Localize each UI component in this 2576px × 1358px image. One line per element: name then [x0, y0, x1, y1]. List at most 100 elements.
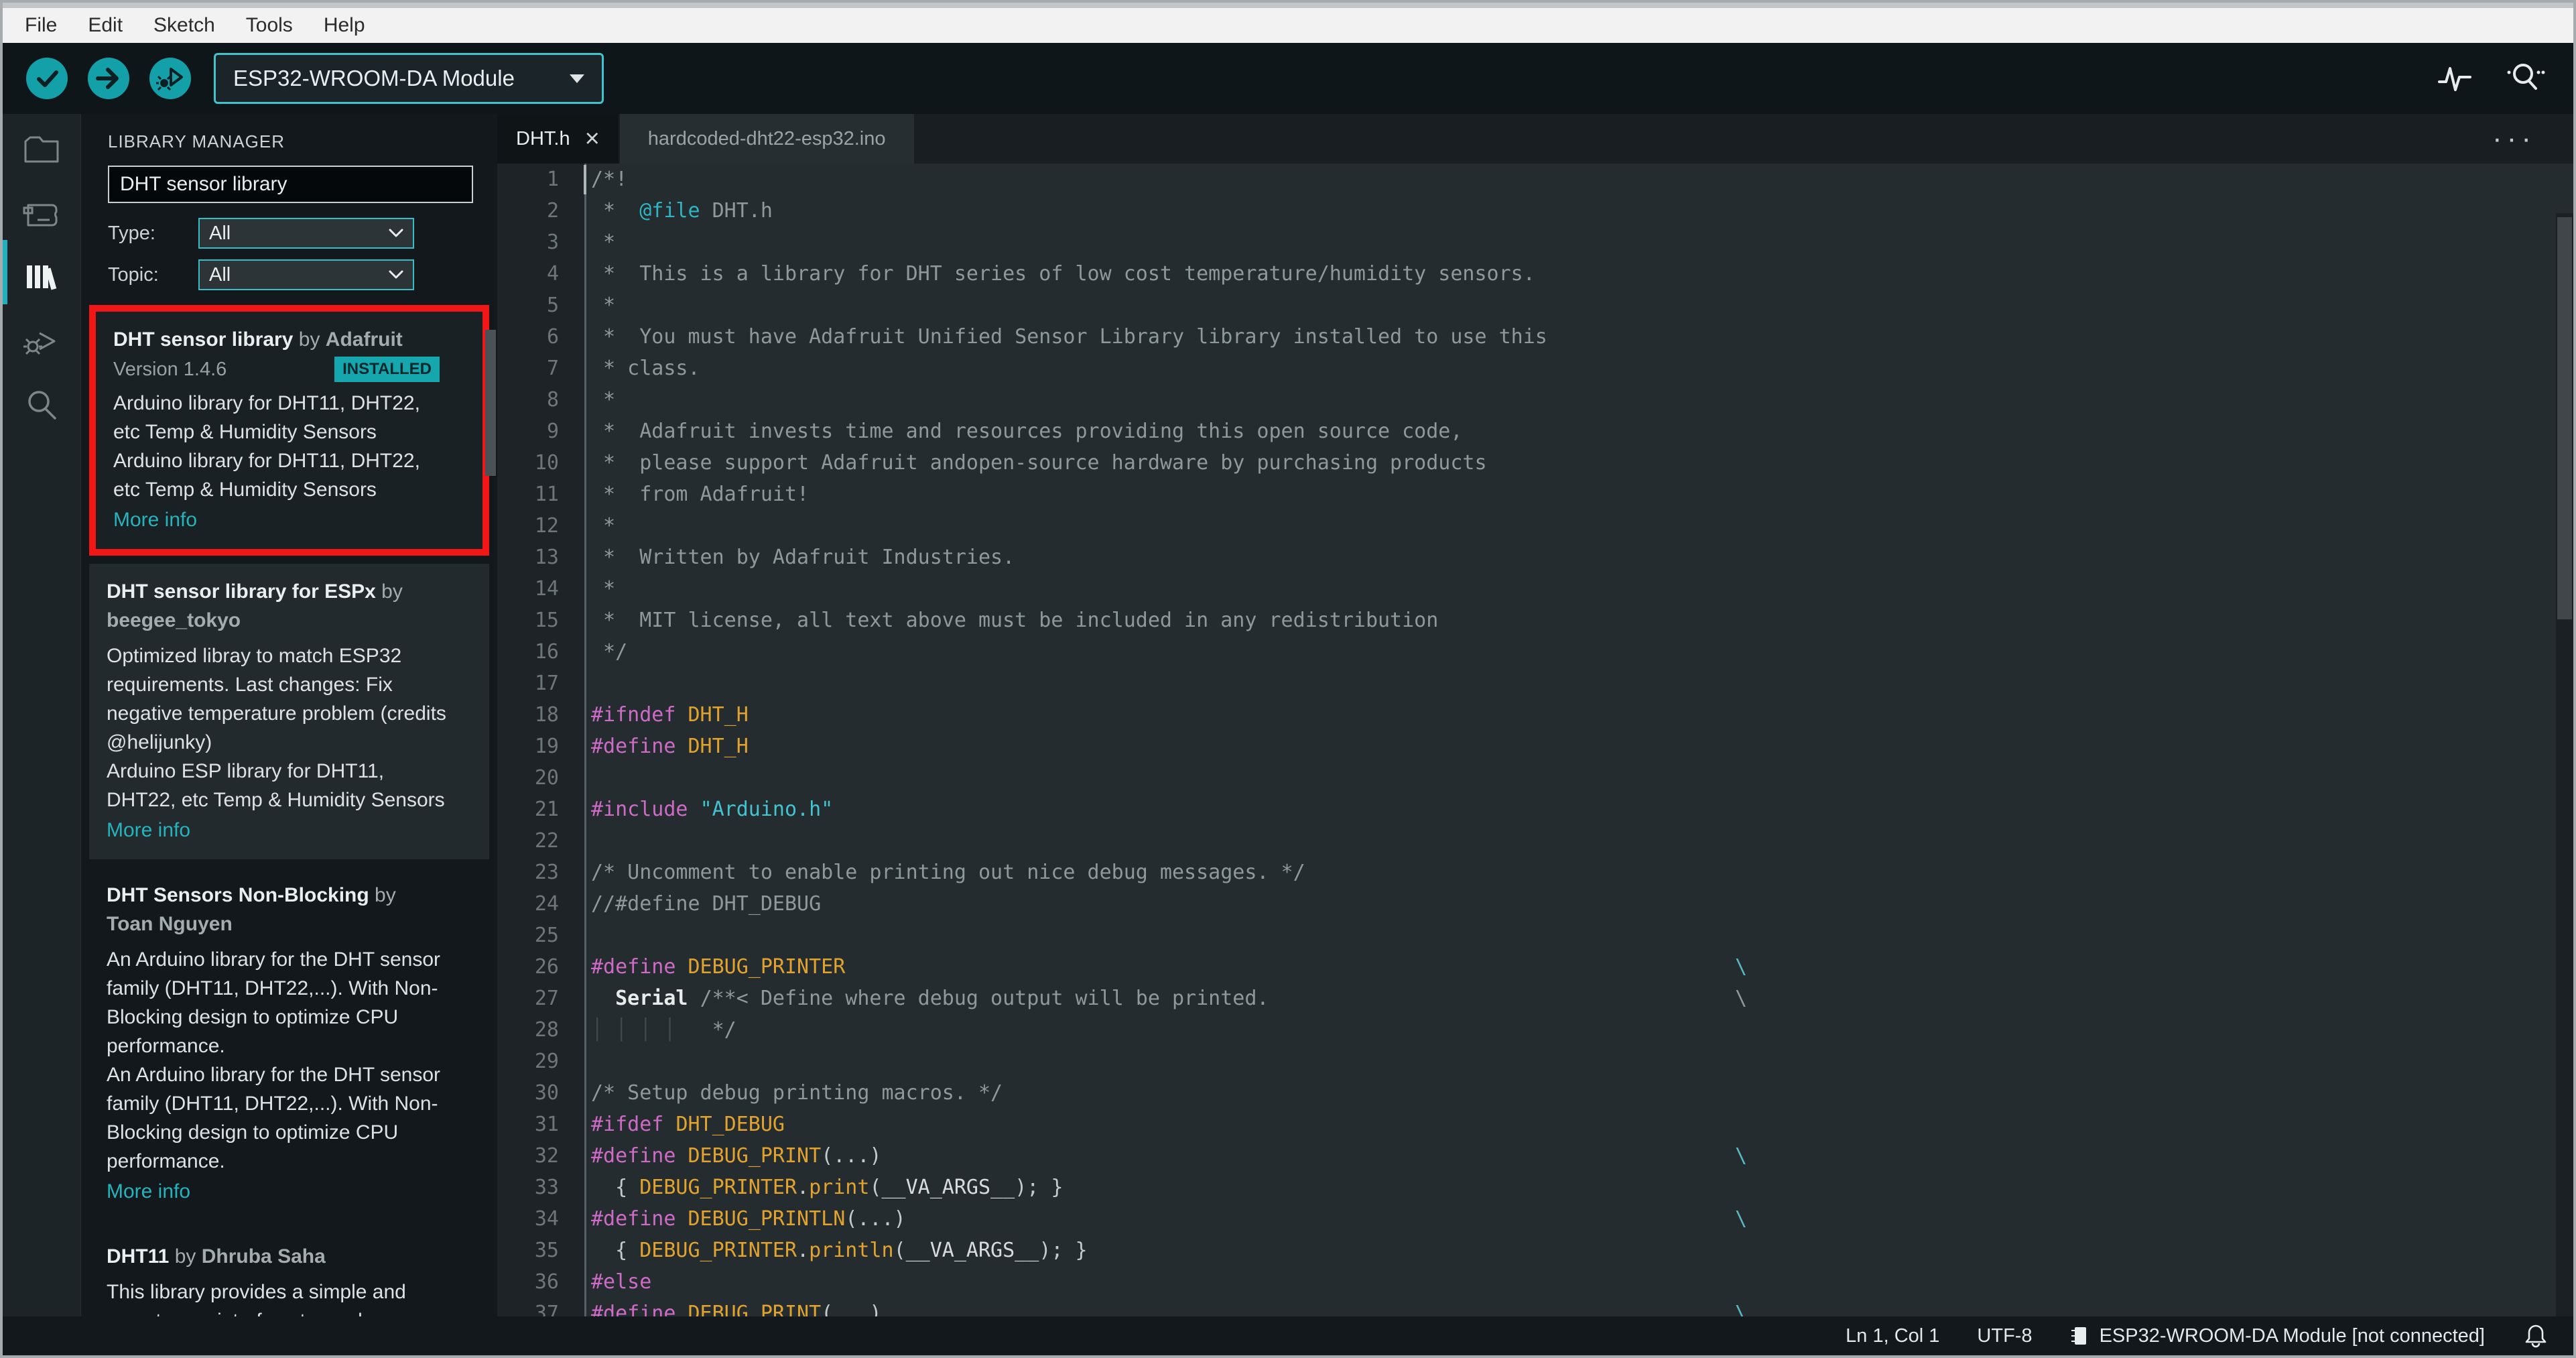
code-area[interactable]: 1/*! 2 * @file DHT.h 3 * 4 * This is a libr… [497, 164, 2573, 1316]
close-icon[interactable]: × [585, 126, 600, 151]
code-line[interactable]: 2 * @file DHT.h [497, 195, 2556, 227]
line-number: 8 [546, 388, 559, 412]
sidebar-item-boards-manager[interactable] [20, 192, 63, 235]
code-line[interactable]: 28 │ │ │ │ */ [497, 1014, 2556, 1046]
code-line[interactable]: 14 * [497, 573, 2556, 605]
library-entry[interactable]: DHT11 by Dhruba Saha This library provide… [89, 1229, 489, 1316]
code-line-text: #define DEBUG_PRINTER \ [591, 955, 1748, 979]
menu-item-edit[interactable]: Edit [72, 14, 138, 37]
start-debug-button[interactable] [149, 58, 191, 99]
library-entry-title: DHT sensor library by Adafruit [113, 325, 440, 354]
board-selector-label: ESP32-WROOM-DA Module [233, 66, 515, 90]
chevron-down-icon [570, 74, 584, 83]
code-line[interactable]: 20 [497, 762, 2556, 794]
line-number: 36 [534, 1270, 559, 1294]
code-line-text: * [591, 231, 616, 254]
line-number: 10 [534, 451, 559, 475]
code-line-text [584, 1061, 2556, 1062]
code-line[interactable]: 3 * [497, 227, 2556, 258]
code-line-text [584, 935, 2556, 936]
code-line[interactable]: 9 * Adafruit invests time and resources … [497, 416, 2556, 447]
code-line[interactable]: 5 * [497, 290, 2556, 321]
serial-monitor-icon[interactable] [2505, 60, 2545, 97]
code-line[interactable]: 26 #define DEBUG_PRINTER \ [497, 951, 2556, 983]
more-info-link[interactable]: More info [107, 1177, 446, 1206]
line-number: 28 [534, 1018, 559, 1042]
editor-scrollbar-thumb[interactable] [2557, 217, 2572, 619]
code-line-text: Serial /**< Define where debug output wi… [615, 987, 1748, 1010]
code-line[interactable]: 21 #include "Arduino.h" [497, 794, 2556, 825]
status-encoding[interactable]: UTF-8 [1977, 1325, 2032, 1347]
highlight-box: DHT sensor library by Adafruit Version 1.… [89, 305, 489, 556]
code-line[interactable]: 30 /* Setup debug printing macros. */ [497, 1077, 2556, 1109]
code-line[interactable]: 35 { DEBUG_PRINTER.println(__VA_ARGS__);… [497, 1235, 2556, 1266]
library-search-input[interactable] [108, 166, 473, 203]
panel-scrollbar-thumb[interactable] [485, 330, 496, 476]
code-line[interactable]: 17 [497, 668, 2556, 699]
library-manager-panel: LIBRARY MANAGER Type: All Topic: All DHT se… [80, 114, 497, 1316]
line-number: 16 [534, 640, 559, 664]
code-line[interactable]: 27 Serial /**< Define where debug output… [497, 983, 2556, 1014]
library-entry[interactable]: DHT Sensors Non-Blocking by Toan Nguyen A… [89, 867, 489, 1221]
chevron-down-icon [389, 229, 403, 238]
code-line[interactable]: 18 #ifndef DHT_H [497, 699, 2556, 731]
code-line[interactable]: 33 { DEBUG_PRINTER.print(__VA_ARGS__); } [497, 1172, 2556, 1203]
menu-item-help[interactable]: Help [308, 14, 381, 37]
chip-icon [2070, 1324, 2090, 1348]
more-actions-icon[interactable]: ··· [2492, 114, 2536, 164]
notifications-button[interactable] [2522, 1322, 2549, 1350]
sidebar-item-sketchbook[interactable] [20, 129, 63, 172]
tab-hardcoded-dht22-esp32-ino[interactable]: hardcoded-dht22-esp32.ino [619, 114, 914, 164]
code-line[interactable]: 7 * class. [497, 353, 2556, 384]
topic-filter-select[interactable]: All [198, 259, 414, 290]
more-info-link[interactable]: More info [107, 816, 446, 845]
code-line[interactable]: 32 #define DEBUG_PRINT(...) \ [497, 1140, 2556, 1172]
sidebar-item-search[interactable] [20, 383, 63, 426]
code-line[interactable]: 16 */ [497, 636, 2556, 668]
code-line[interactable]: 4 * This is a library for DHT series of … [497, 258, 2556, 290]
code-line[interactable]: 24 //#define DHT_DEBUG [497, 888, 2556, 920]
line-continuation-backslash: \ [1735, 1207, 1748, 1231]
library-entry[interactable]: DHT sensor library for ESPx by beegee_to… [89, 564, 489, 859]
code-line[interactable]: 6 * You must have Adafruit Unified Senso… [497, 321, 2556, 353]
line-number: 33 [534, 1176, 559, 1199]
code-line[interactable]: 36 #else [497, 1266, 2556, 1298]
sidebar-item-debug[interactable] [20, 320, 63, 363]
code-line[interactable]: 10 * please support Adafruit andopen-sou… [497, 447, 2556, 479]
serial-plotter-icon[interactable] [2437, 60, 2473, 97]
code-line[interactable]: 12 * [497, 510, 2556, 542]
editor-scrollbar[interactable] [2556, 213, 2573, 1316]
code-line[interactable]: 15 * MIT license, all text above must be… [497, 605, 2556, 636]
code-line[interactable]: 13 * Written by Adafruit Industries. [497, 542, 2556, 573]
code-line[interactable]: 22 [497, 825, 2556, 857]
line-number: 24 [534, 892, 559, 916]
menu-item-sketch[interactable]: Sketch [138, 14, 231, 37]
code-line[interactable]: 34 #define DEBUG_PRINTLN(...) \ [497, 1203, 2556, 1235]
code-line[interactable]: 11 * from Adafruit! [497, 479, 2556, 510]
code-line-text: */ [591, 640, 628, 664]
menu-item-tools[interactable]: Tools [231, 14, 308, 37]
code-line[interactable]: 23 /* Uncomment to enable printing out ni… [497, 857, 2556, 888]
status-board[interactable]: ESP32-WROOM-DA Module [not connected] [2070, 1324, 2485, 1348]
sidebar-item-library-manager[interactable] [20, 256, 63, 299]
status-line-col[interactable]: Ln 1, Col 1 [1846, 1325, 1939, 1347]
code-line[interactable]: 31 #ifdef DHT_DEBUG [497, 1109, 2556, 1140]
code-line[interactable]: 37 #define DEBUG_PRINT(...) \ [497, 1298, 2556, 1316]
verify-button[interactable] [26, 58, 68, 99]
more-info-link[interactable]: More info [113, 505, 440, 534]
code-line[interactable]: 1 /*! [497, 164, 2556, 195]
code-line-text: * You must have Adafruit Unified Sensor … [591, 325, 1547, 349]
type-filter-select[interactable]: All [198, 218, 414, 249]
upload-button[interactable] [88, 58, 129, 99]
code-line[interactable]: 29 [497, 1046, 2556, 1077]
menu-item-file[interactable]: File [9, 14, 72, 37]
tab-dht-h[interactable]: DHT.h × [497, 114, 619, 164]
code-line[interactable]: 25 [497, 920, 2556, 951]
code-line-text: /*! [591, 168, 628, 191]
code-line[interactable]: 19 #define DHT_H [497, 731, 2556, 762]
line-number: 12 [534, 514, 559, 538]
board-selector[interactable]: ESP32-WROOM-DA Module [214, 53, 604, 104]
line-number: 9 [546, 420, 559, 443]
code-line[interactable]: 8 * [497, 384, 2556, 416]
library-entry[interactable]: DHT sensor library by Adafruit Version 1.… [96, 312, 482, 549]
